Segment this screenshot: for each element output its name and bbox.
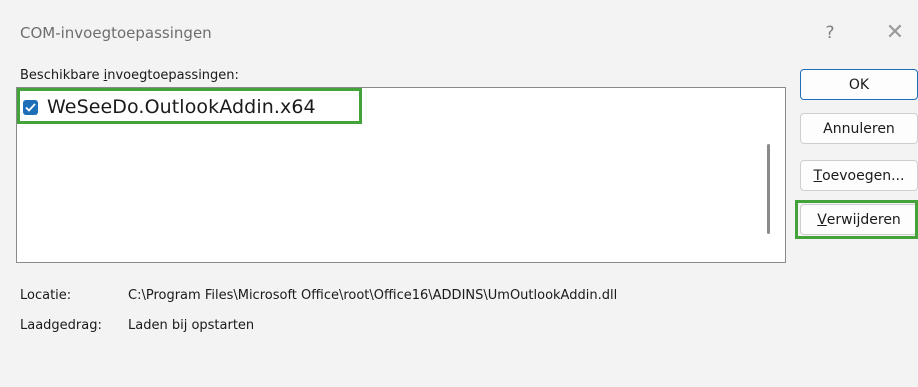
add-mnemonic: T <box>813 167 823 184</box>
location-value: C:\Program Files\Microsoft Office\root\O… <box>128 288 618 303</box>
scrollbar-thumb[interactable] <box>767 144 770 234</box>
load-behavior-row: Laadgedrag: Laden bij opstarten <box>20 318 254 333</box>
add-label-rest: oevoegen... <box>822 167 905 184</box>
list-item-label: WeSeeDo.OutlookAddin.x64 <box>47 96 316 118</box>
com-addins-dialog: COM-invoegtoepassingen ? ✕ Beschikbare i… <box>0 0 918 387</box>
list-item[interactable]: WeSeeDo.OutlookAddin.x64 <box>23 94 316 120</box>
checkbox-checked-icon[interactable] <box>23 99 38 115</box>
help-icon[interactable]: ? <box>818 20 842 46</box>
remove-button[interactable]: Verwijderen <box>800 204 918 235</box>
addins-list-label: Beschikbare invoegtoepassingen: <box>20 68 239 83</box>
close-icon[interactable]: ✕ <box>880 20 910 46</box>
ok-button[interactable]: OK <box>800 69 918 100</box>
remove-mnemonic: V <box>817 211 827 228</box>
label-pre: Beschikbare <box>20 68 104 83</box>
dialog-title: COM-invoegtoepassingen <box>20 24 212 42</box>
location-row: Locatie: C:\Program Files\Microsoft Offi… <box>20 288 617 303</box>
load-behavior-label: Laadgedrag: <box>20 318 102 333</box>
remove-label-rest: erwijderen <box>826 211 901 228</box>
load-behavior-value: Laden bij opstarten <box>128 318 255 333</box>
location-label: Locatie: <box>20 288 72 303</box>
addins-listbox[interactable]: WeSeeDo.OutlookAddin.x64 <box>16 87 786 263</box>
add-button[interactable]: Toevoegen... <box>800 160 918 191</box>
cancel-button[interactable]: Annuleren <box>800 113 918 144</box>
label-post: nvoegtoepassingen: <box>107 68 239 83</box>
